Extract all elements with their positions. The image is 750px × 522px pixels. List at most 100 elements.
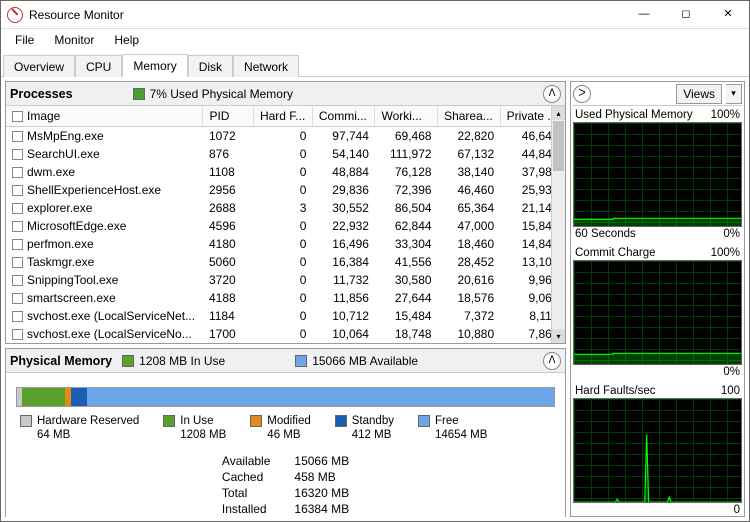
legend-mod-label: Modified bbox=[267, 415, 310, 427]
tab-disk[interactable]: Disk bbox=[188, 55, 233, 77]
row-checkbox[interactable] bbox=[12, 203, 23, 214]
legend-free: Free14654 MB bbox=[418, 415, 487, 443]
row-checkbox[interactable] bbox=[12, 221, 23, 232]
header-checkbox[interactable] bbox=[12, 111, 23, 122]
table-row[interactable]: smartscreen.exe4188011,85627,64418,5769,… bbox=[6, 289, 565, 307]
stat-cached-value: 458 MB bbox=[294, 469, 349, 485]
table-row[interactable]: Taskmgr.exe5060016,38441,55628,45213,104 bbox=[6, 253, 565, 271]
tab-cpu[interactable]: CPU bbox=[75, 55, 122, 77]
chart-phys: Used Physical Memory100% 60 Seconds0% bbox=[573, 108, 742, 244]
legend-free-swatch bbox=[418, 415, 430, 427]
views-dropdown[interactable]: ▾ bbox=[726, 84, 742, 104]
table-row[interactable]: ShellExperienceHost.exe2956029,83672,396… bbox=[6, 181, 565, 199]
vertical-scrollbar[interactable]: ▴ ▾ bbox=[551, 106, 565, 343]
physmem-header[interactable]: Physical Memory 1208 MB In Use 15066 MB … bbox=[6, 349, 565, 373]
table-row[interactable]: SnippingTool.exe3720011,73230,58020,6169… bbox=[6, 271, 565, 289]
inuse-square-icon bbox=[122, 355, 134, 367]
stat-available-value: 15066 MB bbox=[294, 453, 349, 469]
table-row[interactable]: explorer.exe2688330,55286,50465,36421,14… bbox=[6, 199, 565, 217]
menu-help[interactable]: Help bbox=[104, 31, 149, 49]
row-checkbox[interactable] bbox=[12, 167, 23, 178]
scroll-track[interactable] bbox=[552, 172, 565, 329]
scroll-thumb[interactable] bbox=[553, 121, 564, 171]
legend-standby: Standby412 MB bbox=[335, 415, 394, 443]
views-button[interactable]: Views bbox=[676, 84, 722, 104]
dropdown-icon: ▾ bbox=[731, 88, 736, 99]
menu-monitor[interactable]: Monitor bbox=[44, 31, 104, 49]
memory-stats: Available Cached Total Installed 15066 M… bbox=[6, 453, 565, 517]
row-checkbox[interactable] bbox=[12, 131, 23, 142]
chart-commit: Commit Charge100% 0% bbox=[573, 246, 742, 382]
table-row[interactable]: MicrosoftEdge.exe4596022,93262,84447,000… bbox=[6, 217, 565, 235]
physmem-avail-status: 15066 MB Available bbox=[295, 354, 418, 368]
chart-phys-title: Used Physical Memory bbox=[575, 109, 693, 121]
table-row[interactable]: svchost.exe (LocalServiceNet...1184010,7… bbox=[6, 307, 565, 325]
processes-table-scroll[interactable]: Image PID Hard F... Commi... Worki... Sh… bbox=[6, 106, 565, 343]
minimize-button[interactable]: — bbox=[623, 1, 665, 29]
table-row[interactable]: SearchUI.exe876054,140111,97267,13244,84… bbox=[6, 145, 565, 163]
col-shareable[interactable]: Sharea... bbox=[438, 106, 501, 127]
col-working[interactable]: Worki... bbox=[375, 106, 438, 127]
window-buttons: — ◻ ✕ bbox=[623, 1, 749, 29]
memory-bar bbox=[16, 387, 555, 407]
stat-total-value: 16320 MB bbox=[294, 485, 349, 501]
processes-table: Image PID Hard F... Commi... Worki... Sh… bbox=[6, 106, 565, 343]
row-checkbox[interactable] bbox=[12, 149, 23, 160]
chart-commit-max: 100% bbox=[711, 247, 740, 259]
right-collapse-button[interactable]: ᐳ bbox=[573, 85, 591, 103]
tab-memory[interactable]: Memory bbox=[122, 54, 187, 77]
table-row[interactable]: dwm.exe1108048,88476,12838,14037,988 bbox=[6, 163, 565, 181]
table-row[interactable]: MsMpEng.exe1072097,74469,46822,82046,648 bbox=[6, 127, 565, 146]
tab-network[interactable]: Network bbox=[233, 55, 299, 77]
physmem-avail-text: 15066 MB Available bbox=[312, 354, 418, 368]
tabbar: Overview CPU Memory Disk Network bbox=[1, 51, 749, 77]
col-hardfaults[interactable]: Hard F... bbox=[253, 106, 312, 127]
chart-hf-title: Hard Faults/sec bbox=[575, 385, 656, 397]
left-column: Processes 7% Used Physical Memory ᐱ bbox=[5, 81, 566, 517]
maximize-icon: ◻ bbox=[681, 9, 690, 20]
right-header: ᐳ Views ▾ bbox=[573, 84, 742, 106]
window-title: Resource Monitor bbox=[29, 8, 623, 22]
legend-free-value: 14654 MB bbox=[435, 429, 487, 441]
row-checkbox[interactable] bbox=[12, 239, 23, 250]
menu-file[interactable]: File bbox=[5, 31, 44, 49]
physmem-inuse-text: 1208 MB In Use bbox=[139, 354, 225, 368]
row-checkbox[interactable] bbox=[12, 329, 23, 340]
memory-legend: Hardware Reserved64 MB In Use1208 MB Mod… bbox=[20, 415, 551, 443]
col-pid[interactable]: PID bbox=[203, 106, 253, 127]
app-icon bbox=[7, 7, 23, 23]
legend-hw-swatch bbox=[20, 415, 32, 427]
physmem-collapse-button[interactable]: ᐱ bbox=[543, 352, 561, 370]
scroll-down-button[interactable]: ▾ bbox=[552, 329, 565, 343]
table-row[interactable]: perfmon.exe4180016,49633,30418,46014,844 bbox=[6, 235, 565, 253]
col-image[interactable]: Image bbox=[6, 106, 203, 127]
row-checkbox[interactable] bbox=[12, 311, 23, 322]
row-checkbox[interactable] bbox=[12, 275, 23, 286]
row-checkbox[interactable] bbox=[12, 257, 23, 268]
chevron-up-icon: ᐱ bbox=[549, 356, 556, 366]
table-row[interactable]: svchost.exe (LocalServiceNo...1700010,06… bbox=[6, 325, 565, 343]
close-icon: ✕ bbox=[723, 9, 732, 20]
scroll-up-button[interactable]: ▴ bbox=[552, 106, 565, 120]
content-area: Processes 7% Used Physical Memory ᐱ bbox=[1, 77, 749, 521]
stat-available-label: Available bbox=[222, 453, 270, 469]
titlebar: Resource Monitor — ◻ ✕ bbox=[1, 1, 749, 29]
membar-seg-inuse bbox=[22, 388, 65, 406]
physmem-inuse-status: 1208 MB In Use bbox=[122, 354, 225, 368]
tab-overview[interactable]: Overview bbox=[3, 55, 75, 77]
legend-mod-value: 46 MB bbox=[267, 429, 300, 441]
close-button[interactable]: ✕ bbox=[707, 1, 749, 29]
processes-collapse-button[interactable]: ᐱ bbox=[543, 85, 561, 103]
chart-phys-min: 0% bbox=[723, 228, 740, 240]
row-checkbox[interactable] bbox=[12, 185, 23, 196]
legend-hw-value: 64 MB bbox=[37, 429, 70, 441]
row-checkbox[interactable] bbox=[12, 293, 23, 304]
chart-hf-canvas bbox=[573, 398, 742, 503]
chart-hf-min: 0 bbox=[734, 504, 740, 516]
processes-header[interactable]: Processes 7% Used Physical Memory ᐱ bbox=[6, 82, 565, 106]
maximize-button[interactable]: ◻ bbox=[665, 1, 707, 29]
chart-hf-max: 100 bbox=[721, 385, 740, 397]
processes-status-text: 7% Used Physical Memory bbox=[150, 87, 293, 101]
stat-cached-label: Cached bbox=[222, 469, 270, 485]
col-commit[interactable]: Commi... bbox=[312, 106, 375, 127]
